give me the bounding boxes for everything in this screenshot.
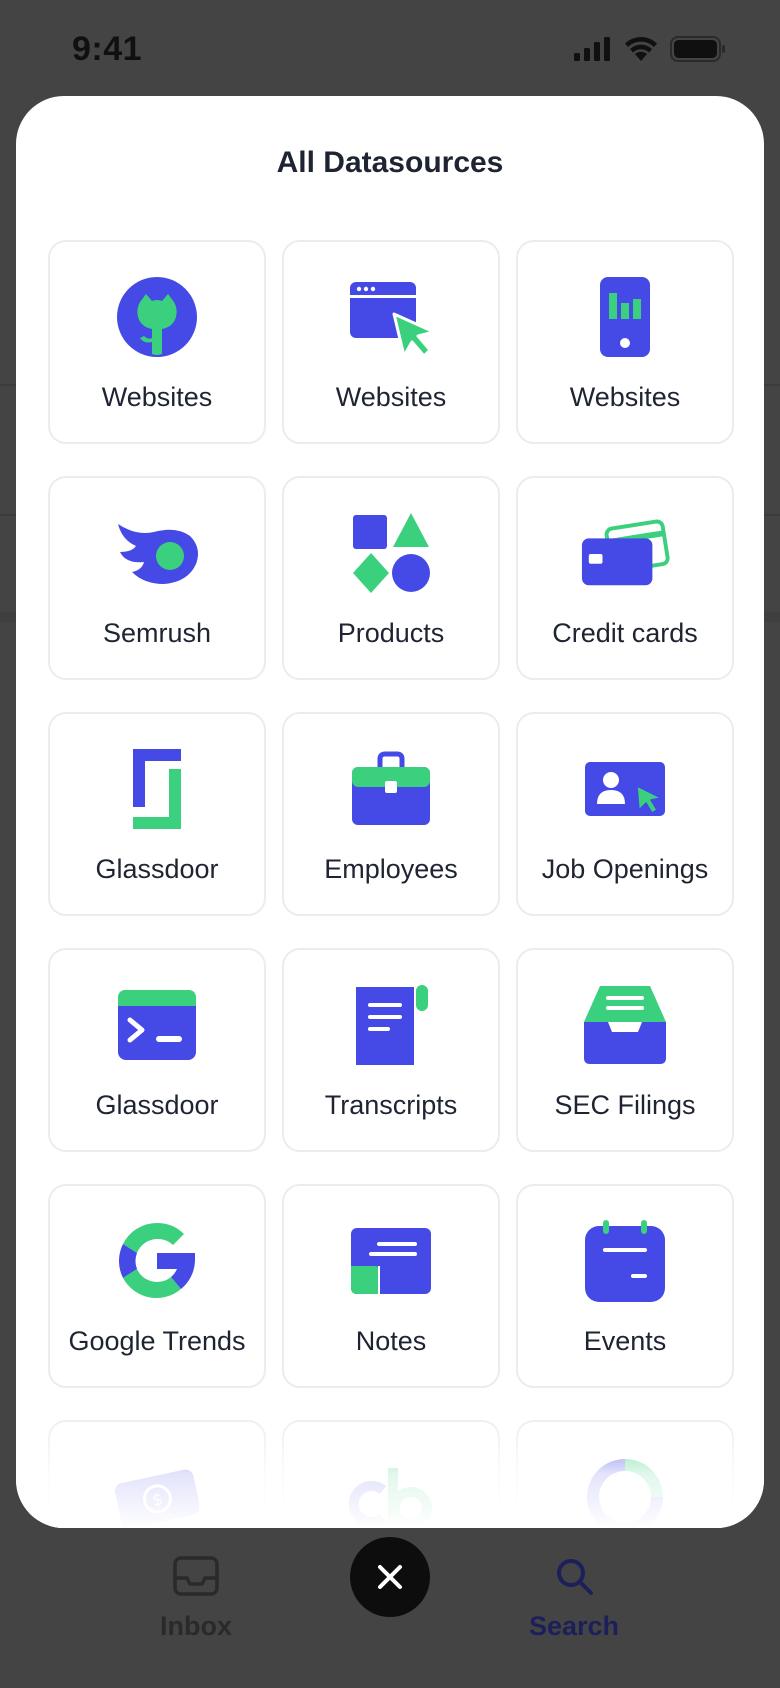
shapes-icon: [346, 508, 436, 598]
search-icon: [557, 1559, 593, 1595]
credit-cards-icon: [580, 508, 670, 598]
datasource-tile-transcripts[interactable]: Transcripts: [282, 948, 500, 1152]
status-icons: [574, 36, 726, 62]
notes-icon: [346, 1216, 436, 1306]
datasource-tile-events[interactable]: Events: [516, 1184, 734, 1388]
tab-inbox[interactable]: Inbox: [126, 1556, 266, 1642]
datasources-modal: All Datasources Websites Websites Websit…: [16, 96, 764, 1528]
tile-label: Semrush: [102, 618, 212, 648]
datasource-tile-glassdoor-terminal[interactable]: Glassdoor: [48, 948, 266, 1152]
datasource-tile-google-trends[interactable]: Google Trends: [48, 1184, 266, 1388]
status-bar: 9:41: [0, 0, 780, 100]
crunchbase-icon: [346, 1452, 436, 1528]
datasource-tile-notes[interactable]: Notes: [282, 1184, 500, 1388]
tile-label: Transcripts: [324, 1090, 458, 1120]
github-icon: [112, 272, 202, 362]
datasource-tile-money[interactable]: $: [48, 1420, 266, 1528]
tile-label: Glassdoor: [95, 1090, 219, 1120]
money-icon: $: [112, 1452, 202, 1528]
tab-inbox-label: Inbox: [160, 1611, 232, 1641]
document-icon: [346, 980, 436, 1070]
calendar-icon: [580, 1216, 670, 1306]
wifi-icon: [625, 37, 657, 61]
tile-label: Glassdoor: [95, 854, 219, 884]
tile-label: Job Openings: [541, 854, 709, 884]
datasource-tile-credit-cards[interactable]: Credit cards: [516, 476, 734, 680]
google-icon: [112, 1216, 202, 1306]
donut-icon: [580, 1452, 670, 1528]
datasource-tile-semrush[interactable]: Semrush: [48, 476, 266, 680]
signal-icon: [574, 37, 610, 61]
datasource-tile-websites-browser[interactable]: Websites: [282, 240, 500, 444]
datasource-tile-glassdoor[interactable]: Glassdoor: [48, 712, 266, 916]
datasource-tile-job-openings[interactable]: Job Openings: [516, 712, 734, 916]
datasource-tile-donut[interactable]: [516, 1420, 734, 1528]
inbox-icon: [173, 1556, 219, 1596]
job-profile-icon: [580, 744, 670, 834]
datasource-tile-employees[interactable]: Employees: [282, 712, 500, 916]
tile-label: Google Trends: [68, 1326, 246, 1356]
tile-label: Products: [337, 618, 445, 648]
datasource-tile-websites-mobile[interactable]: Websites: [516, 240, 734, 444]
tab-search[interactable]: Search: [504, 1556, 644, 1642]
browser-cursor-icon: [346, 272, 436, 362]
tile-label: Websites: [335, 382, 447, 412]
close-icon: [378, 1565, 402, 1589]
battery-icon: [670, 36, 725, 62]
tile-label: Events: [583, 1326, 667, 1356]
datasource-tile-sec-filings[interactable]: SEC Filings: [516, 948, 734, 1152]
tile-label: Websites: [569, 382, 681, 412]
datasource-tile-websites-github[interactable]: Websites: [48, 240, 266, 444]
close-button[interactable]: [350, 1537, 430, 1617]
tile-label: Employees: [324, 854, 458, 884]
status-time: 9:41: [72, 30, 143, 68]
tile-label: Websites: [101, 382, 213, 412]
terminal-icon: [112, 980, 202, 1070]
tile-label: Notes: [355, 1326, 427, 1356]
datasource-tile-crunchbase[interactable]: [282, 1420, 500, 1528]
modal-title: All Datasources: [276, 146, 504, 179]
datasource-tile-products[interactable]: Products: [282, 476, 500, 680]
semrush-icon: [112, 508, 202, 598]
briefcase-icon: [346, 744, 436, 834]
tile-label: SEC Filings: [554, 1090, 696, 1120]
mobile-chart-icon: [580, 272, 670, 362]
inbox-tray-icon: [580, 980, 670, 1070]
tile-label: Credit cards: [552, 618, 698, 648]
glassdoor-icon: [112, 744, 202, 834]
tab-search-label: Search: [528, 1611, 620, 1641]
